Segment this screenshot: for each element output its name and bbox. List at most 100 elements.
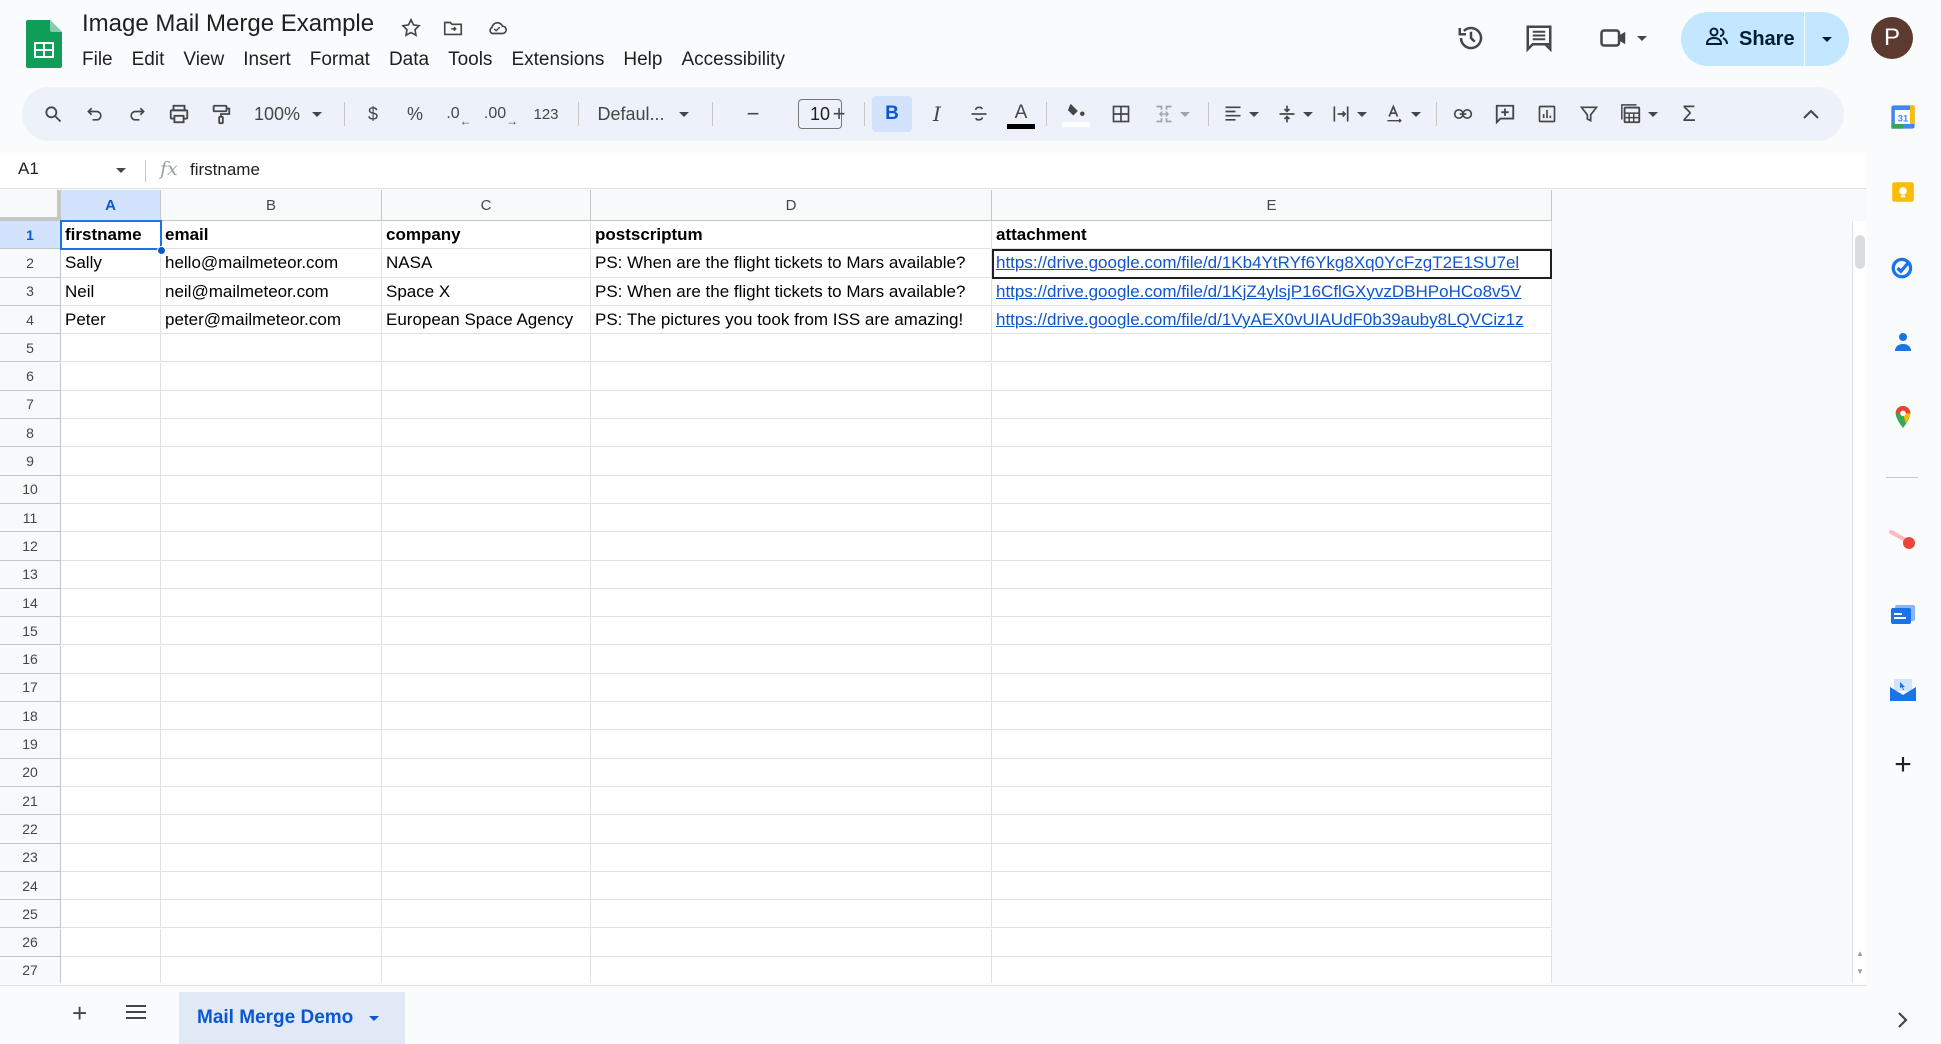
cell-c27[interactable]	[382, 956, 591, 983]
column-header-c[interactable]: C	[382, 190, 591, 221]
cell-c3[interactable]: Space X	[382, 277, 591, 306]
cell-a1[interactable]: firstname	[61, 221, 161, 250]
row-header-15[interactable]: 15	[0, 617, 61, 646]
share-dropdown[interactable]	[1805, 12, 1849, 66]
cell-d12[interactable]	[591, 532, 992, 561]
row-header-13[interactable]: 13	[0, 560, 61, 589]
decrease-decimal-button[interactable]: .0 ←	[442, 87, 476, 141]
insert-link-icon[interactable]	[1446, 87, 1480, 141]
cell-a16[interactable]	[61, 645, 161, 674]
cell-e19[interactable]	[992, 730, 1552, 759]
row-header-7[interactable]: 7	[0, 390, 61, 420]
cell-d26[interactable]	[591, 928, 992, 957]
column-header-d[interactable]: D	[591, 190, 992, 221]
cell-d25[interactable]	[591, 900, 992, 929]
maps-icon[interactable]	[1888, 402, 1918, 432]
cell-e10[interactable]	[992, 475, 1552, 504]
cell-a4[interactable]: Peter	[61, 305, 161, 335]
row-header-11[interactable]: 11	[0, 504, 61, 533]
calendar-icon[interactable]: 31	[1888, 102, 1918, 132]
vertical-scrollbar[interactable]: ▲ ▼	[1852, 221, 1866, 983]
row-header-5[interactable]: 5	[0, 334, 61, 363]
cell-b12[interactable]	[161, 532, 382, 561]
functions-table-icon[interactable]	[1614, 87, 1664, 141]
select-all-corner[interactable]	[0, 190, 61, 221]
cell-d21[interactable]	[591, 787, 992, 816]
document-title[interactable]: Image Mail Merge Example	[82, 10, 374, 38]
format-percent-button[interactable]: %	[400, 87, 430, 141]
cell-d22[interactable]	[591, 815, 992, 844]
formula-input[interactable]: firstname	[190, 160, 260, 180]
cell-e26[interactable]	[992, 928, 1552, 957]
cell-e4[interactable]: https://drive.google.com/file/d/1VyAEX0v…	[992, 305, 1552, 335]
zoom-select[interactable]: 100%	[244, 87, 332, 141]
row-header-20[interactable]: 20	[0, 758, 61, 787]
get-addons-icon[interactable]: +	[1888, 748, 1918, 781]
insert-comment-icon[interactable]	[1488, 87, 1522, 141]
bold-button[interactable]: B	[872, 96, 912, 132]
mailmeteor-icon[interactable]	[1888, 525, 1918, 555]
cell-c18[interactable]	[382, 702, 591, 731]
decrease-font-size-button[interactable]: −	[738, 87, 768, 141]
row-header-22[interactable]: 22	[0, 815, 61, 844]
contacts-icon[interactable]	[1888, 327, 1918, 357]
increase-font-size-button[interactable]: +	[824, 87, 854, 141]
cell-b24[interactable]	[161, 871, 382, 901]
cell-b26[interactable]	[161, 928, 382, 957]
cell-c14[interactable]	[382, 588, 591, 618]
row-header-10[interactable]: 10	[0, 475, 61, 504]
cell-c21[interactable]	[382, 787, 591, 816]
meet-icon[interactable]	[1593, 18, 1653, 58]
cell-c22[interactable]	[382, 815, 591, 844]
menu-extensions[interactable]: Extensions	[511, 47, 615, 75]
cell-e23[interactable]	[992, 843, 1552, 872]
cell-a11[interactable]	[61, 504, 161, 533]
row-header-26[interactable]: 26	[0, 928, 61, 957]
cell-b14[interactable]	[161, 588, 382, 618]
cell-e25[interactable]	[992, 900, 1552, 929]
cell-b4[interactable]: peter@mailmeteor.com	[161, 305, 382, 335]
cell-d16[interactable]	[591, 645, 992, 674]
cell-c24[interactable]	[382, 871, 591, 901]
row-header-8[interactable]: 8	[0, 419, 61, 448]
cell-a13[interactable]	[61, 560, 161, 589]
row-header-21[interactable]: 21	[0, 787, 61, 816]
cell-b17[interactable]	[161, 673, 382, 703]
cell-a10[interactable]	[61, 475, 161, 504]
cell-c20[interactable]	[382, 758, 591, 787]
cell-c26[interactable]	[382, 928, 591, 957]
cell-a6[interactable]	[61, 362, 161, 391]
cell-a23[interactable]	[61, 843, 161, 872]
cell-c17[interactable]	[382, 673, 591, 703]
name-box[interactable]: A1	[18, 159, 39, 179]
text-wrapping-icon[interactable]	[1326, 87, 1372, 141]
cell-d11[interactable]	[591, 504, 992, 533]
all-sheets-icon[interactable]	[124, 1002, 148, 1027]
addon-cards-icon[interactable]	[1888, 600, 1918, 630]
collapse-menus-icon[interactable]	[1794, 87, 1828, 141]
print-icon[interactable]	[162, 87, 196, 141]
cell-a26[interactable]	[61, 928, 161, 957]
account-avatar[interactable]: P	[1871, 17, 1913, 59]
cell-e6[interactable]	[992, 362, 1552, 391]
cell-c5[interactable]	[382, 334, 591, 363]
cell-b8[interactable]	[161, 419, 382, 448]
cell-a20[interactable]	[61, 758, 161, 787]
cell-e21[interactable]	[992, 787, 1552, 816]
more-formats-button[interactable]: 123	[526, 87, 566, 141]
scroll-right-icon[interactable]: ▶	[1832, 981, 1838, 983]
cell-c16[interactable]	[382, 645, 591, 674]
cell-e11[interactable]	[992, 504, 1552, 533]
cell-b6[interactable]	[161, 362, 382, 391]
cell-c2[interactable]: NASA	[382, 249, 591, 278]
cell-e13[interactable]	[992, 560, 1552, 589]
cell-e9[interactable]	[992, 447, 1552, 476]
row-header-6[interactable]: 6	[0, 362, 61, 391]
cell-b11[interactable]	[161, 504, 382, 533]
cell-e27[interactable]	[992, 956, 1552, 983]
cell-a27[interactable]	[61, 956, 161, 983]
font-family-select[interactable]: Defaul...	[588, 87, 698, 141]
cell-area[interactable]: firstname email company postscriptum attachm…	[61, 221, 1552, 983]
row-header-19[interactable]: 19	[0, 730, 61, 759]
cell-a18[interactable]	[61, 702, 161, 731]
